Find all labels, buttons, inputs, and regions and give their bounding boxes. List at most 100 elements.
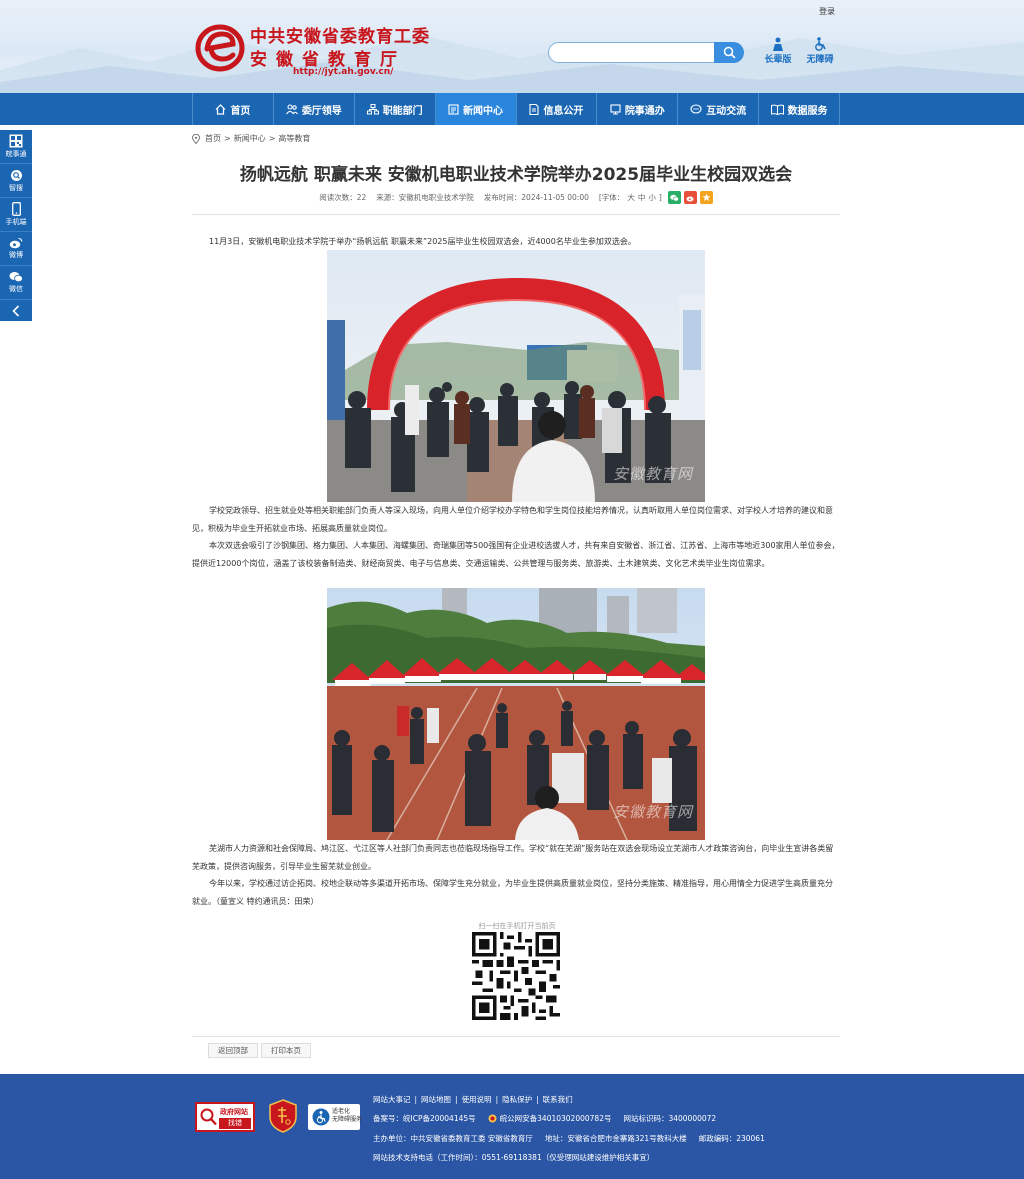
badge-title: 政府网站 <box>220 1108 248 1116</box>
float-label: 皖事通 <box>5 150 27 158</box>
nav-label: 新闻中心 <box>463 105 504 117</box>
nav-item-news[interactable]: 新闻中心 <box>434 93 516 125</box>
search-button[interactable] <box>714 42 744 63</box>
book-icon <box>770 104 784 115</box>
elder-mode-label: 长辈版 <box>764 55 792 65</box>
footer-separator: | <box>536 1095 539 1104</box>
footer-links: 网站大事记 | 网站地图 | 使用说明 | 隐私保护 | 联系我们 <box>373 1094 573 1105</box>
nav-item-leaders[interactable]: 委厅领导 <box>272 93 354 125</box>
host-org: 主办单位：中共安徽省委教育工委 安徽省教育厅 <box>373 1134 533 1143</box>
mountain-background <box>0 35 1024 93</box>
elder-mode-button[interactable]: 长辈版 <box>758 37 798 65</box>
elder-icon <box>773 37 783 51</box>
font-size-medium[interactable]: 中 <box>638 192 646 203</box>
footer-link-contact[interactable]: 联系我们 <box>543 1095 573 1104</box>
news-icon <box>448 103 459 115</box>
nav-item-home[interactable]: 首页 <box>192 93 273 125</box>
article-photo-tents: 安徽教育网 <box>327 588 705 840</box>
nav-label: 数据服务 <box>787 105 828 117</box>
footer-support-line: 网站技术支持电话（工作时间）：0551-69118381（仅受理网站建设维护相关… <box>373 1152 654 1163</box>
article-paragraph-5: 今年以来，学校通过访企拓岗、校地企联动等多渠道开拓市场、保障学生充分就业，为毕业… <box>192 879 833 906</box>
float-item-mobile[interactable]: 手机端 <box>0 198 32 232</box>
print-button[interactable]: 打印本页 <box>261 1043 311 1058</box>
mobile-icon <box>11 202 21 216</box>
chevron-left-icon <box>12 304 20 317</box>
article-paragraph-2: 学校党政领导、招生就业处等相关职能部门负责人等深入现场，向用人单位介绍学校办学特… <box>192 506 833 533</box>
title-divider <box>192 214 840 215</box>
location-pin-icon <box>192 133 200 144</box>
nav-label: 互动交流 <box>706 105 747 117</box>
star-icon <box>702 193 711 201</box>
breadcrumb-separator: > <box>268 134 276 143</box>
breadcrumb-news[interactable]: 新闻中心 <box>234 133 266 144</box>
float-item-weibo[interactable]: 微博 <box>0 232 32 266</box>
footer-host-line: 主办单位：中共安徽省委教育工委 安徽省教育厅 地址：安徽省合肥市金寨路321号教… <box>373 1133 765 1144</box>
float-item-search[interactable]: 智搜 <box>0 164 32 198</box>
float-item-wanshitong[interactable]: 皖事通 <box>0 130 32 164</box>
footer-link-privacy[interactable]: 隐私保护 <box>502 1095 532 1104</box>
article-meta: 阅读次数：22 来源：安徽机电职业技术学院 发布时间：2024-11-05 00… <box>192 191 840 204</box>
share-wechat-button[interactable] <box>667 191 681 204</box>
share-weibo-button[interactable] <box>683 191 697 204</box>
smart-search-icon <box>10 169 22 181</box>
back-to-top-button[interactable]: 返回顶部 <box>208 1043 258 1058</box>
footer-separator: | <box>455 1095 458 1104</box>
elder-accessibility-badge[interactable]: 适老化 无障碍服务 <box>308 1104 363 1130</box>
people-icon <box>285 103 298 114</box>
floating-sidebar: 皖事通 智搜 手机端 微博 微信 <box>0 130 32 321</box>
content-divider <box>192 1036 840 1037</box>
float-label: 微博 <box>9 251 23 259</box>
icp-record[interactable]: 备案号：皖ICP备20004145号 <box>373 1113 476 1124</box>
magnifier-icon <box>200 1108 217 1126</box>
article-paragraph-3: 本次双选会吸引了沙钢集团、格力集团、人本集团、海螺集团、奇瑞集团等500强国有企… <box>192 541 840 568</box>
education-emblem-icon <box>195 24 245 72</box>
nav-item-disclosure[interactable]: 信息公开 <box>515 93 597 125</box>
site-logo[interactable]: 中共安徽省委教育工委 安徽省教育厅 http://jyt.ah.gov.cn/ <box>195 20 460 80</box>
article-source: 来源：安徽机电职业技术学院 <box>376 193 474 202</box>
nav-item-departments[interactable]: 职能部门 <box>353 93 435 125</box>
support-phone: 网站技术支持电话（工作时间）：0551-69118381（仅受理网站建设维护相关… <box>373 1153 655 1162</box>
breadcrumb-home[interactable]: 首页 <box>205 133 221 144</box>
site-header: 登录 中共安徽省委教育工委 安徽省教育厅 http://jyt.ah.gov.c… <box>0 0 1024 93</box>
logo-title-line1: 中共安徽省委教育工委 <box>250 27 430 47</box>
weibo-icon <box>686 196 694 201</box>
site-footer <box>0 1074 1024 1179</box>
home-icon <box>216 103 226 115</box>
photo-watermark: 安徽教育网 <box>612 465 693 483</box>
footer-registration-line: 备案号：皖ICP备20004145号 皖公网安备34010302000782号 … <box>373 1113 716 1124</box>
float-item-wechat[interactable]: 微信 <box>0 266 32 300</box>
party-emblem-badge[interactable] <box>268 1099 298 1133</box>
nav-label: 委厅领导 <box>301 105 342 117</box>
nav-label: 院事通办 <box>624 105 665 117</box>
font-size-close: ] <box>658 193 662 202</box>
nav-item-services[interactable]: 院事通办 <box>596 93 677 125</box>
breadcrumb-higher-ed[interactable]: 高等教育 <box>278 133 310 144</box>
police-record[interactable]: 皖公网安备34010302000782号 <box>500 1113 612 1124</box>
font-size-small[interactable]: 小 <box>648 192 656 203</box>
org-icon <box>366 103 379 114</box>
breadcrumb: 首页 > 新闻中心 > 高等教育 <box>192 133 310 144</box>
font-size-large[interactable]: 大 <box>627 192 635 203</box>
nav-item-data[interactable]: 数据服务 <box>758 93 840 125</box>
font-size-label: [字体： <box>598 193 625 202</box>
view-count: 阅读次数：22 <box>319 193 367 202</box>
footer-link-sitemap[interactable]: 网站地图 <box>421 1095 451 1104</box>
footer-separator: | <box>414 1095 418 1104</box>
login-link[interactable]: 登录 <box>819 6 835 17</box>
wechat-icon <box>670 194 679 201</box>
gov-site-error-badge[interactable]: 政府网站 找错 <box>195 1102 255 1132</box>
accessibility-button[interactable]: 无障碍 <box>800 37 840 65</box>
share-favorite-button[interactable] <box>699 191 713 204</box>
footer-separator: | <box>495 1095 499 1104</box>
nav-label: 职能部门 <box>382 105 423 117</box>
footer-link-milestones[interactable]: 网站大事记 <box>373 1095 411 1104</box>
article-title: 扬帆远航 职赢未来 安徽机电职业技术学院举办2025届毕业生校园双选会 <box>239 165 793 185</box>
page-qr-code <box>472 932 560 1020</box>
nav-item-interaction[interactable]: 互动交流 <box>677 93 758 125</box>
accessibility-icon <box>312 1108 330 1126</box>
footer-link-help[interactable]: 使用说明 <box>462 1095 492 1104</box>
collapse-sidebar-button[interactable] <box>0 300 32 321</box>
search-input[interactable] <box>548 42 718 63</box>
photo-watermark: 安徽教育网 <box>612 803 693 821</box>
badge-label: 适老化 无障碍服务 <box>332 1108 363 1123</box>
